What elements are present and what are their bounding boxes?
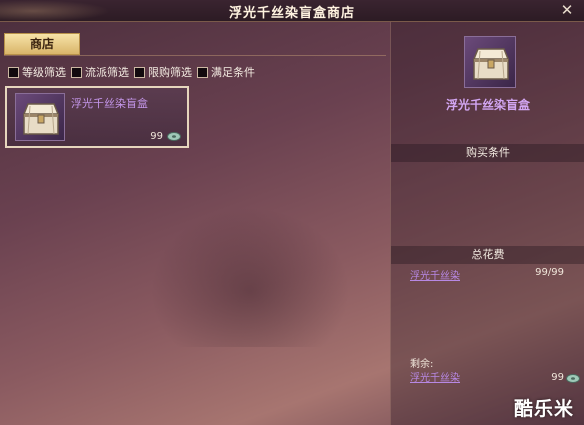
detail-item-name: 浮光千丝染盲盒: [445, 98, 530, 112]
item-price: 99: [150, 131, 163, 142]
remaining-label: 剩余:: [410, 359, 434, 370]
title-bar: 浮光千丝染盲盒商店 ✕: [0, 0, 584, 22]
background-figure: [150, 207, 350, 347]
filter-limit[interactable]: 限购筛选: [134, 64, 192, 80]
filter-bar: 等级筛选 流派筛选 限购筛选 满足条件: [8, 64, 255, 80]
cost-item-link[interactable]: 浮光千丝染: [410, 267, 460, 282]
window-title: 浮光千丝染盲盒商店: [228, 6, 355, 21]
tab-shop[interactable]: 商店: [4, 33, 80, 55]
cost-value: 99/99: [535, 267, 564, 278]
watermark: 酷乐米: [513, 398, 574, 420]
checkbox[interactable]: [197, 66, 208, 78]
filter-label: 满足条件: [211, 66, 255, 79]
item-name: 浮光千丝染盲盒: [71, 97, 148, 110]
close-icon[interactable]: ✕: [558, 1, 576, 19]
tab-divider: [4, 55, 386, 56]
filter-label: 等级筛选: [22, 66, 66, 79]
jade-coin-icon: [566, 374, 580, 383]
checkbox[interactable]: [71, 66, 82, 78]
shop-list-panel: 商店 等级筛选 流派筛选 限购筛选 满足条件 浮光千丝染盲盒 99: [0, 22, 390, 425]
jade-coin-icon: [167, 132, 181, 141]
filter-meets-conditions[interactable]: 满足条件: [197, 64, 255, 80]
remaining-item-link[interactable]: 浮光千丝染: [410, 369, 460, 384]
remaining-value: 99: [551, 372, 564, 383]
checkbox[interactable]: [8, 66, 19, 78]
shop-item-card[interactable]: 浮光千丝染盲盒 99: [5, 86, 189, 148]
item-detail-panel: 浮光千丝染盲盒 购买条件 总花费 浮光千丝染 99/99 剩余: 浮光千丝染 9…: [390, 22, 584, 425]
purchase-conditions-header: 购买条件: [391, 144, 584, 162]
filter-label: 流派筛选: [85, 66, 129, 79]
filter-label: 限购筛选: [148, 66, 192, 79]
treasure-chest-icon: [15, 93, 65, 141]
filter-school[interactable]: 流派筛选: [71, 64, 129, 80]
checkbox[interactable]: [134, 66, 145, 78]
treasure-chest-icon: [464, 36, 516, 88]
total-cost-header: 总花费: [391, 246, 584, 264]
filter-level[interactable]: 等级筛选: [8, 64, 66, 80]
